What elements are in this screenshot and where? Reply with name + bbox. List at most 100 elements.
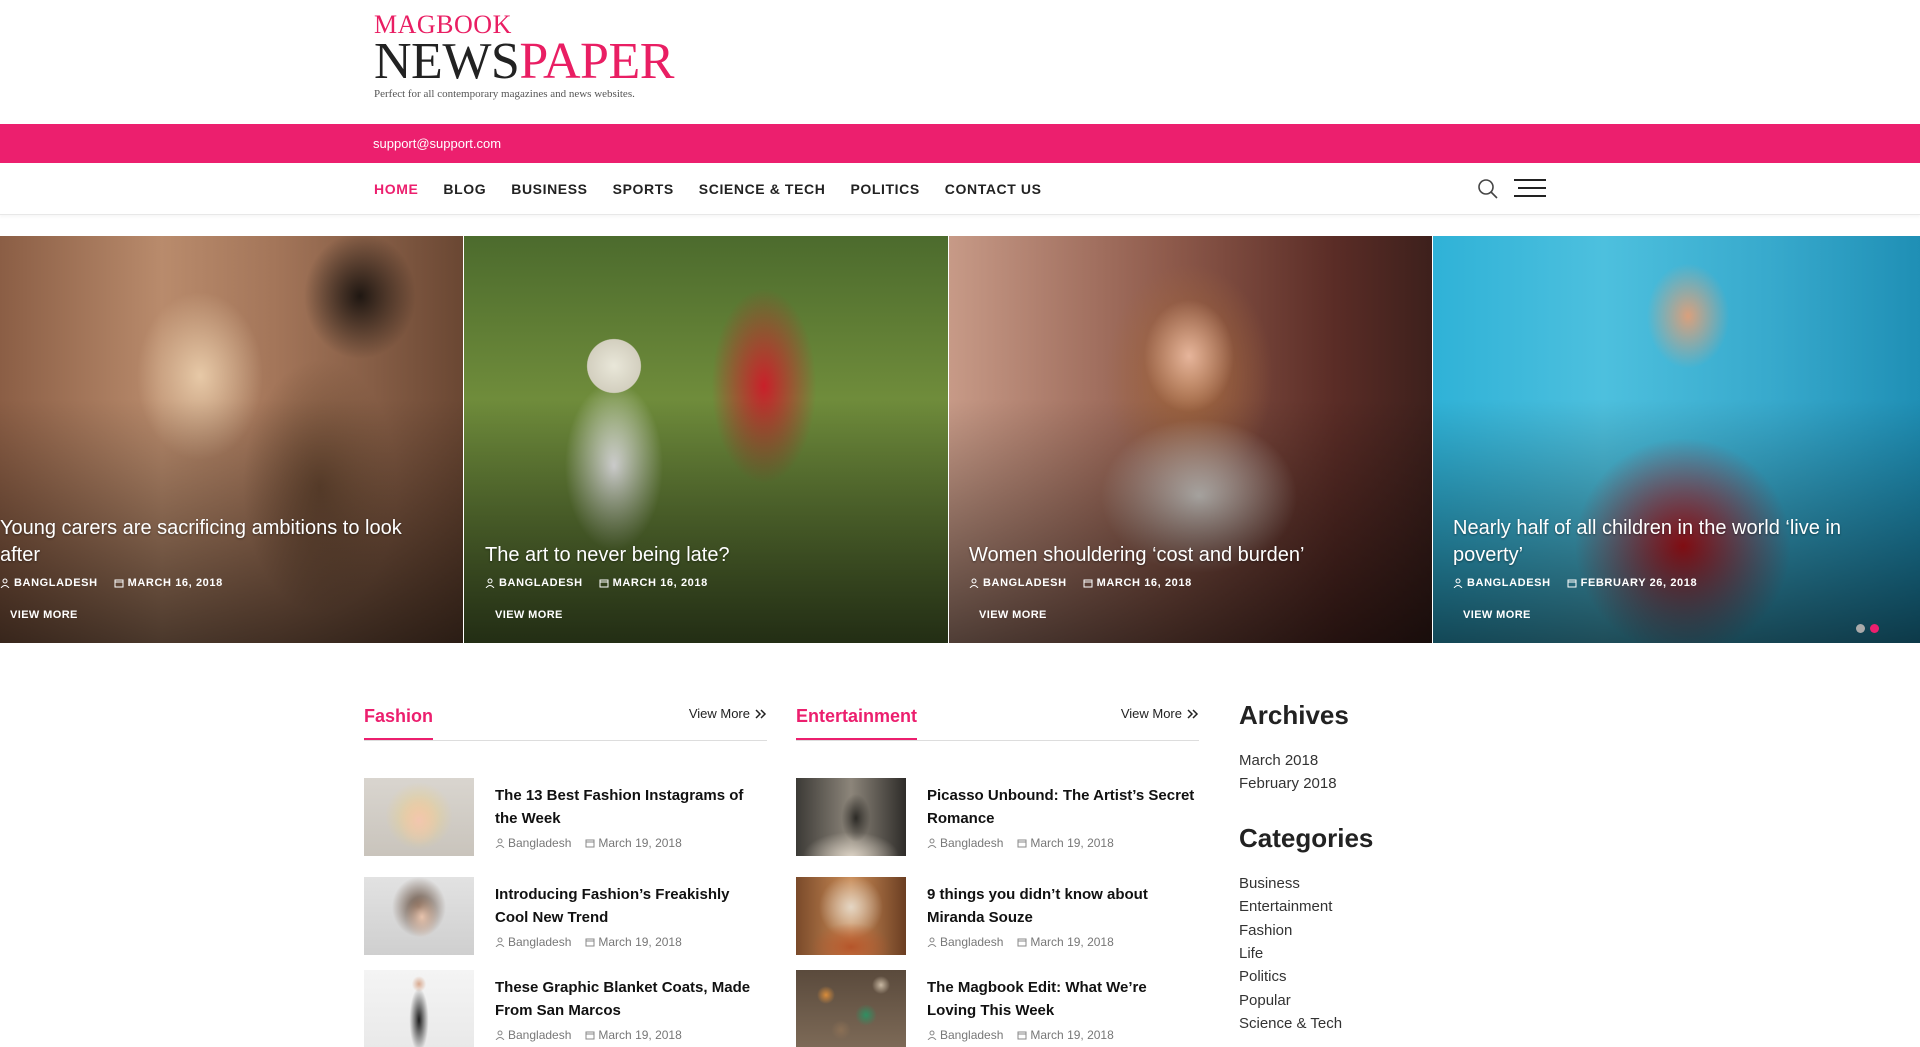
slide-date: FEBRUARY 26, 2018 bbox=[1567, 577, 1698, 589]
user-icon bbox=[969, 578, 979, 588]
post-author: Bangladesh bbox=[927, 1028, 1003, 1042]
post-meta: Bangladesh March 19, 2018 bbox=[495, 836, 696, 850]
user-icon bbox=[495, 937, 505, 947]
calendar-icon bbox=[1017, 1031, 1027, 1040]
category-link[interactable]: Politics bbox=[1239, 965, 1499, 988]
post-thumbnail[interactable] bbox=[796, 970, 906, 1047]
user-icon bbox=[927, 838, 937, 848]
slider-dot[interactable] bbox=[1856, 624, 1865, 633]
nav-item-blog[interactable]: BLOG bbox=[443, 181, 486, 197]
post-meta: Bangladesh March 19, 2018 bbox=[927, 836, 1128, 850]
slide-title[interactable]: Women shouldering ‘cost and burden’ bbox=[969, 542, 1409, 569]
nav-item-science-tech[interactable]: SCIENCE & TECH bbox=[699, 181, 826, 197]
category-link[interactable]: Science & Tech bbox=[1239, 1012, 1499, 1035]
category-link[interactable]: Business bbox=[1239, 872, 1499, 895]
archive-link[interactable]: March 2018 bbox=[1239, 749, 1499, 772]
list-item[interactable]: 9 things you didn’t know about Miranda S… bbox=[796, 877, 1199, 955]
nav-item-business[interactable]: BUSINESS bbox=[511, 181, 587, 197]
view-more-link[interactable]: VIEW MORE bbox=[495, 609, 563, 621]
post-title[interactable]: The 13 Best Fashion Instagrams of the We… bbox=[495, 784, 765, 830]
hamburger-menu-icon[interactable] bbox=[1514, 179, 1546, 201]
slide-author: BANGLADESH bbox=[969, 577, 1067, 589]
nav-menu: HOME BLOG BUSINESS SPORTS SCIENCE & TECH… bbox=[374, 163, 1067, 215]
section-header: Fashion View More bbox=[364, 700, 767, 741]
slide-4[interactable]: Nearly half of all children in the world… bbox=[1433, 236, 1920, 643]
slide-3[interactable]: Women shouldering ‘cost and burden’ BANG… bbox=[949, 236, 1432, 643]
category-link[interactable]: Life bbox=[1239, 942, 1499, 965]
view-more-link[interactable]: VIEW MORE bbox=[10, 609, 78, 621]
post-thumbnail[interactable] bbox=[364, 778, 474, 856]
post-thumbnail[interactable] bbox=[364, 877, 474, 955]
nav-item-home[interactable]: HOME bbox=[374, 181, 418, 197]
list-item[interactable]: Picasso Unbound: The Artist’s Secret Rom… bbox=[796, 778, 1199, 856]
section-title[interactable]: Entertainment bbox=[796, 706, 918, 740]
view-more-link[interactable]: View More bbox=[1121, 706, 1199, 721]
slide-shade bbox=[949, 398, 1432, 643]
slide-2[interactable]: The art to never being late? BANGLADESH … bbox=[464, 236, 948, 643]
slide-title[interactable]: Young carers are sacrificing ambitions t… bbox=[0, 515, 430, 569]
post-date: March 19, 2018 bbox=[585, 836, 682, 850]
slide-meta: BANGLADESH MARCH 16, 2018 bbox=[0, 577, 239, 589]
category-link[interactable]: Popular bbox=[1239, 989, 1499, 1012]
post-author: Bangladesh bbox=[495, 1028, 571, 1042]
nav-item-contact-us[interactable]: CONTACT US bbox=[945, 181, 1042, 197]
list-item[interactable]: These Graphic Blanket Coats, Made From S… bbox=[364, 970, 767, 1047]
user-icon bbox=[1453, 578, 1463, 588]
logo-news: NEWS bbox=[374, 33, 520, 90]
nav-item-sports[interactable]: SPORTS bbox=[613, 181, 674, 197]
calendar-icon bbox=[585, 839, 595, 848]
calendar-icon bbox=[1083, 579, 1093, 588]
post-thumbnail[interactable] bbox=[364, 970, 474, 1047]
post-thumbnail[interactable] bbox=[796, 778, 906, 856]
top-bar: support@support.com bbox=[0, 124, 1920, 163]
archive-link[interactable]: February 2018 bbox=[1239, 772, 1499, 795]
double-chevron-right-icon bbox=[755, 708, 767, 719]
slide-title[interactable]: The art to never being late? bbox=[485, 542, 925, 569]
slide-1[interactable]: Young carers are sacrificing ambitions t… bbox=[0, 236, 463, 643]
categories-title: Categories bbox=[1239, 822, 1374, 853]
slide-meta: BANGLADESH FEBRUARY 26, 2018 bbox=[1453, 577, 1713, 589]
list-item[interactable]: The Magbook Edit: What We’re Loving This… bbox=[796, 970, 1199, 1047]
nav-item-politics[interactable]: POLITICS bbox=[850, 181, 919, 197]
post-thumbnail[interactable] bbox=[796, 877, 906, 955]
list-item[interactable]: The 13 Best Fashion Instagrams of the We… bbox=[364, 778, 767, 856]
entertainment-section: Entertainment View More Picasso Unbound:… bbox=[796, 700, 1199, 1047]
post-title[interactable]: Picasso Unbound: The Artist’s Secret Rom… bbox=[927, 784, 1197, 830]
post-title[interactable]: The Magbook Edit: What We’re Loving This… bbox=[927, 976, 1197, 1022]
slide-date: MARCH 16, 2018 bbox=[114, 577, 223, 589]
post-title[interactable]: These Graphic Blanket Coats, Made From S… bbox=[495, 976, 765, 1022]
post-date: March 19, 2018 bbox=[585, 935, 682, 949]
archives-list: March 2018 February 2018 bbox=[1239, 749, 1499, 796]
post-author: Bangladesh bbox=[927, 935, 1003, 949]
list-item[interactable]: Introducing Fashion’s Freakishly Cool Ne… bbox=[364, 877, 767, 955]
slide-title[interactable]: Nearly half of all children in the world… bbox=[1453, 515, 1883, 569]
post-date: March 19, 2018 bbox=[1017, 935, 1114, 949]
featured-slider[interactable]: Young carers are sacrificing ambitions t… bbox=[0, 236, 1920, 643]
calendar-icon bbox=[599, 579, 609, 588]
post-title[interactable]: Introducing Fashion’s Freakishly Cool Ne… bbox=[495, 883, 765, 929]
slide-shade bbox=[464, 398, 948, 643]
section-title[interactable]: Fashion bbox=[364, 706, 434, 740]
support-email[interactable]: support@support.com bbox=[373, 136, 501, 151]
main-navigation: HOME BLOG BUSINESS SPORTS SCIENCE & TECH… bbox=[0, 163, 1920, 215]
calendar-icon bbox=[1017, 938, 1027, 947]
logo-line-newspaper: NEWSPAPER bbox=[374, 36, 694, 88]
category-link[interactable]: Fashion bbox=[1239, 919, 1499, 942]
post-date: March 19, 2018 bbox=[1017, 1028, 1114, 1042]
post-meta: Bangladesh March 19, 2018 bbox=[495, 1028, 696, 1042]
calendar-icon bbox=[114, 579, 124, 588]
site-logo[interactable]: MAGBOOK NEWSPAPER Perfect for all contem… bbox=[374, 12, 694, 101]
slider-dot-active[interactable] bbox=[1870, 624, 1879, 633]
view-more-link[interactable]: VIEW MORE bbox=[979, 609, 1047, 621]
category-link[interactable]: Entertainment bbox=[1239, 895, 1499, 918]
sidebar: Archives March 2018 February 2018 Catego… bbox=[1239, 700, 1499, 1036]
view-more-link[interactable]: VIEW MORE bbox=[1463, 609, 1531, 621]
post-title[interactable]: 9 things you didn’t know about Miranda S… bbox=[927, 883, 1197, 929]
post-author: Bangladesh bbox=[495, 836, 571, 850]
slide-date: MARCH 16, 2018 bbox=[1083, 577, 1192, 589]
logo-paper: PAPER bbox=[519, 33, 674, 90]
post-author: Bangladesh bbox=[495, 935, 571, 949]
slide-date: MARCH 16, 2018 bbox=[599, 577, 708, 589]
view-more-link[interactable]: View More bbox=[689, 706, 767, 721]
search-icon[interactable] bbox=[1476, 177, 1500, 201]
